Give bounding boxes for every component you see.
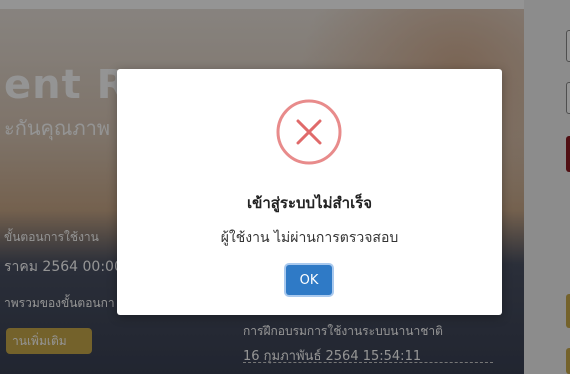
dialog-title: เข้าสู่ระบบไม่สำเร็จ: [246, 194, 373, 212]
dialog-message: ผู้ใช้งาน ไม่ผ่านการตรวจสอบ: [220, 230, 399, 246]
ok-button[interactable]: OK: [286, 265, 332, 295]
error-x-icon: [276, 99, 342, 165]
error-dialog: เข้าสู่ระบบไม่สำเร็จ ผู้ใช้งาน ไม่ผ่านกา…: [117, 69, 502, 315]
